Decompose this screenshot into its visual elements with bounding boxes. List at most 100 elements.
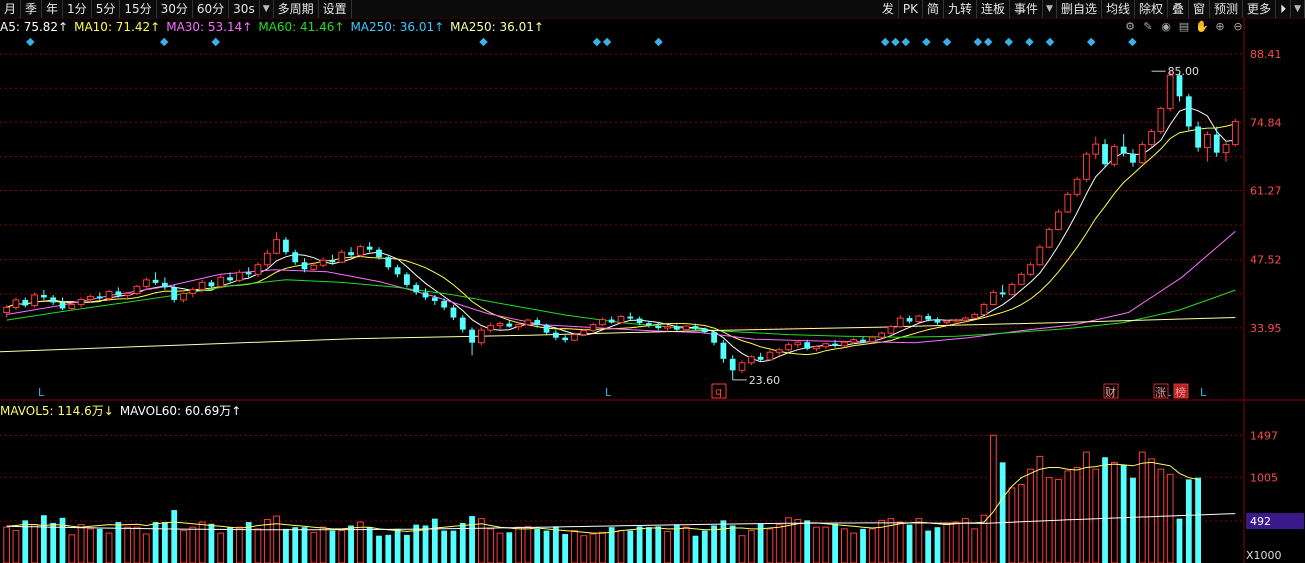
candle bbox=[273, 232, 280, 255]
volume-bar bbox=[515, 526, 522, 563]
function-menu: 发 PK 简九转 连板 事件 ▼ 删自选 均线 除权叠窗预测 更多 ⏵ ▼ bbox=[878, 0, 1305, 18]
candle bbox=[394, 264, 401, 278]
volume-bar bbox=[1148, 458, 1155, 563]
candle bbox=[1045, 227, 1053, 249]
volume-bar bbox=[1102, 457, 1108, 563]
period-tab-5[interactable]: 15分 bbox=[120, 0, 157, 18]
candle bbox=[878, 331, 886, 339]
volume-bar bbox=[3, 526, 11, 563]
menu-item-9[interactable]: 除权 bbox=[1135, 0, 1168, 18]
volume-bar bbox=[338, 530, 346, 563]
event-marker bbox=[942, 37, 952, 47]
period-tab-7[interactable]: 60分 bbox=[193, 0, 230, 18]
period-tab-6[interactable]: 30分 bbox=[157, 0, 193, 18]
volume-bar bbox=[804, 520, 811, 563]
volume-bar bbox=[41, 515, 47, 563]
volume-bar bbox=[77, 524, 85, 563]
candle bbox=[348, 247, 354, 258]
volume-bar bbox=[254, 528, 262, 563]
menu-item-1[interactable]: PK bbox=[899, 0, 923, 18]
candle bbox=[589, 322, 597, 333]
volume-bar bbox=[1120, 464, 1127, 563]
menu-item-10[interactable]: 叠 bbox=[1168, 0, 1190, 18]
candle bbox=[562, 335, 569, 343]
volume-bar bbox=[906, 524, 913, 563]
volume-bar bbox=[133, 526, 141, 563]
menu-item-11[interactable]: 窗 bbox=[1189, 0, 1211, 18]
candle bbox=[1138, 141, 1146, 165]
candle bbox=[487, 322, 495, 333]
menu-item-13[interactable]: 更多 bbox=[1243, 0, 1277, 18]
menu-item-14[interactable]: ⏵ bbox=[1276, 0, 1292, 18]
period-tab-3[interactable]: 1分 bbox=[63, 0, 92, 18]
menu-item-5[interactable]: 事件 bbox=[1010, 0, 1044, 18]
volume-bar bbox=[1138, 451, 1146, 563]
volume-bar bbox=[813, 526, 820, 563]
volume-tick-label: 1005 bbox=[1250, 471, 1278, 484]
candle bbox=[422, 288, 429, 300]
menu-item-7[interactable]: 删自选 bbox=[1057, 0, 1102, 18]
candle bbox=[627, 312, 634, 321]
volume-bar bbox=[217, 532, 225, 563]
period-tab-11[interactable]: 设置 bbox=[319, 0, 352, 18]
candle bbox=[459, 315, 466, 333]
volume-bar bbox=[1195, 477, 1201, 563]
candle bbox=[1036, 244, 1044, 266]
volume-bar bbox=[356, 521, 364, 563]
volume-bar bbox=[896, 521, 904, 563]
candle bbox=[747, 355, 755, 366]
period-tab-1[interactable]: 季 bbox=[21, 0, 43, 18]
volume-bar bbox=[142, 533, 150, 563]
volume-bar bbox=[366, 527, 373, 563]
period-tab-8[interactable]: 30s bbox=[229, 0, 260, 18]
volume-bar bbox=[747, 530, 755, 563]
menu-item-8[interactable]: 均线 bbox=[1102, 0, 1135, 18]
menu-item-15[interactable]: ▼ bbox=[1291, 0, 1305, 18]
menu-item-3[interactable]: 九转 bbox=[944, 0, 977, 18]
event-marker bbox=[1086, 37, 1096, 47]
info-tag-label: 涨 bbox=[1155, 386, 1166, 399]
price-tick-label: 88.41 bbox=[1250, 48, 1282, 61]
high-price-label: 85.00 bbox=[1168, 65, 1200, 78]
candle bbox=[338, 249, 346, 264]
volume-bar bbox=[404, 534, 410, 563]
candle bbox=[22, 297, 29, 308]
bottom-mark: L bbox=[605, 386, 612, 399]
period-tab-0[interactable]: 月 bbox=[0, 0, 22, 18]
menu-item-6[interactable]: ▼ bbox=[1043, 0, 1057, 18]
candle bbox=[1073, 176, 1081, 197]
candle bbox=[1027, 262, 1034, 277]
event-marker bbox=[880, 37, 890, 47]
volume-bar bbox=[477, 518, 485, 563]
candle bbox=[608, 316, 615, 324]
candle bbox=[598, 317, 606, 327]
menu-item-4[interactable]: 连板 bbox=[977, 0, 1011, 18]
candle bbox=[366, 242, 373, 253]
bottom-mark: L bbox=[1200, 386, 1207, 399]
candle bbox=[1213, 126, 1220, 157]
volume-bar bbox=[552, 526, 559, 563]
volume-bar bbox=[31, 524, 38, 563]
candlestick-chart[interactable]: 88.41 74.84 61.27 47.52 33.95 1497 1005 492 X100… bbox=[0, 18, 1305, 563]
volume-bar bbox=[925, 530, 932, 563]
volume-bar bbox=[189, 526, 197, 563]
volume-bar bbox=[469, 516, 475, 563]
candle bbox=[971, 312, 979, 320]
period-tab-2[interactable]: 年 bbox=[42, 0, 64, 18]
volume-bar bbox=[962, 518, 969, 563]
volume-bar bbox=[589, 533, 597, 563]
period-tab-10[interactable]: 多周期 bbox=[274, 0, 319, 18]
volume-legend: MAVOL5: 114.6万↓ MAVOL60: 60.69万↑ bbox=[0, 402, 247, 418]
candle bbox=[804, 339, 811, 351]
volume-bar bbox=[235, 526, 243, 563]
volume-bar bbox=[534, 528, 541, 563]
menu-item-12[interactable]: 预测 bbox=[1210, 0, 1244, 18]
volume-bar bbox=[571, 530, 578, 563]
volume-bar bbox=[664, 530, 671, 563]
period-tab-9[interactable]: ▼ bbox=[260, 0, 274, 18]
event-marker bbox=[1025, 37, 1034, 47]
menu-item-2[interactable]: 简 bbox=[923, 0, 944, 18]
volume-bar bbox=[283, 528, 289, 563]
period-tab-4[interactable]: 5分 bbox=[92, 0, 121, 18]
menu-item-0[interactable]: 发 bbox=[878, 0, 899, 18]
